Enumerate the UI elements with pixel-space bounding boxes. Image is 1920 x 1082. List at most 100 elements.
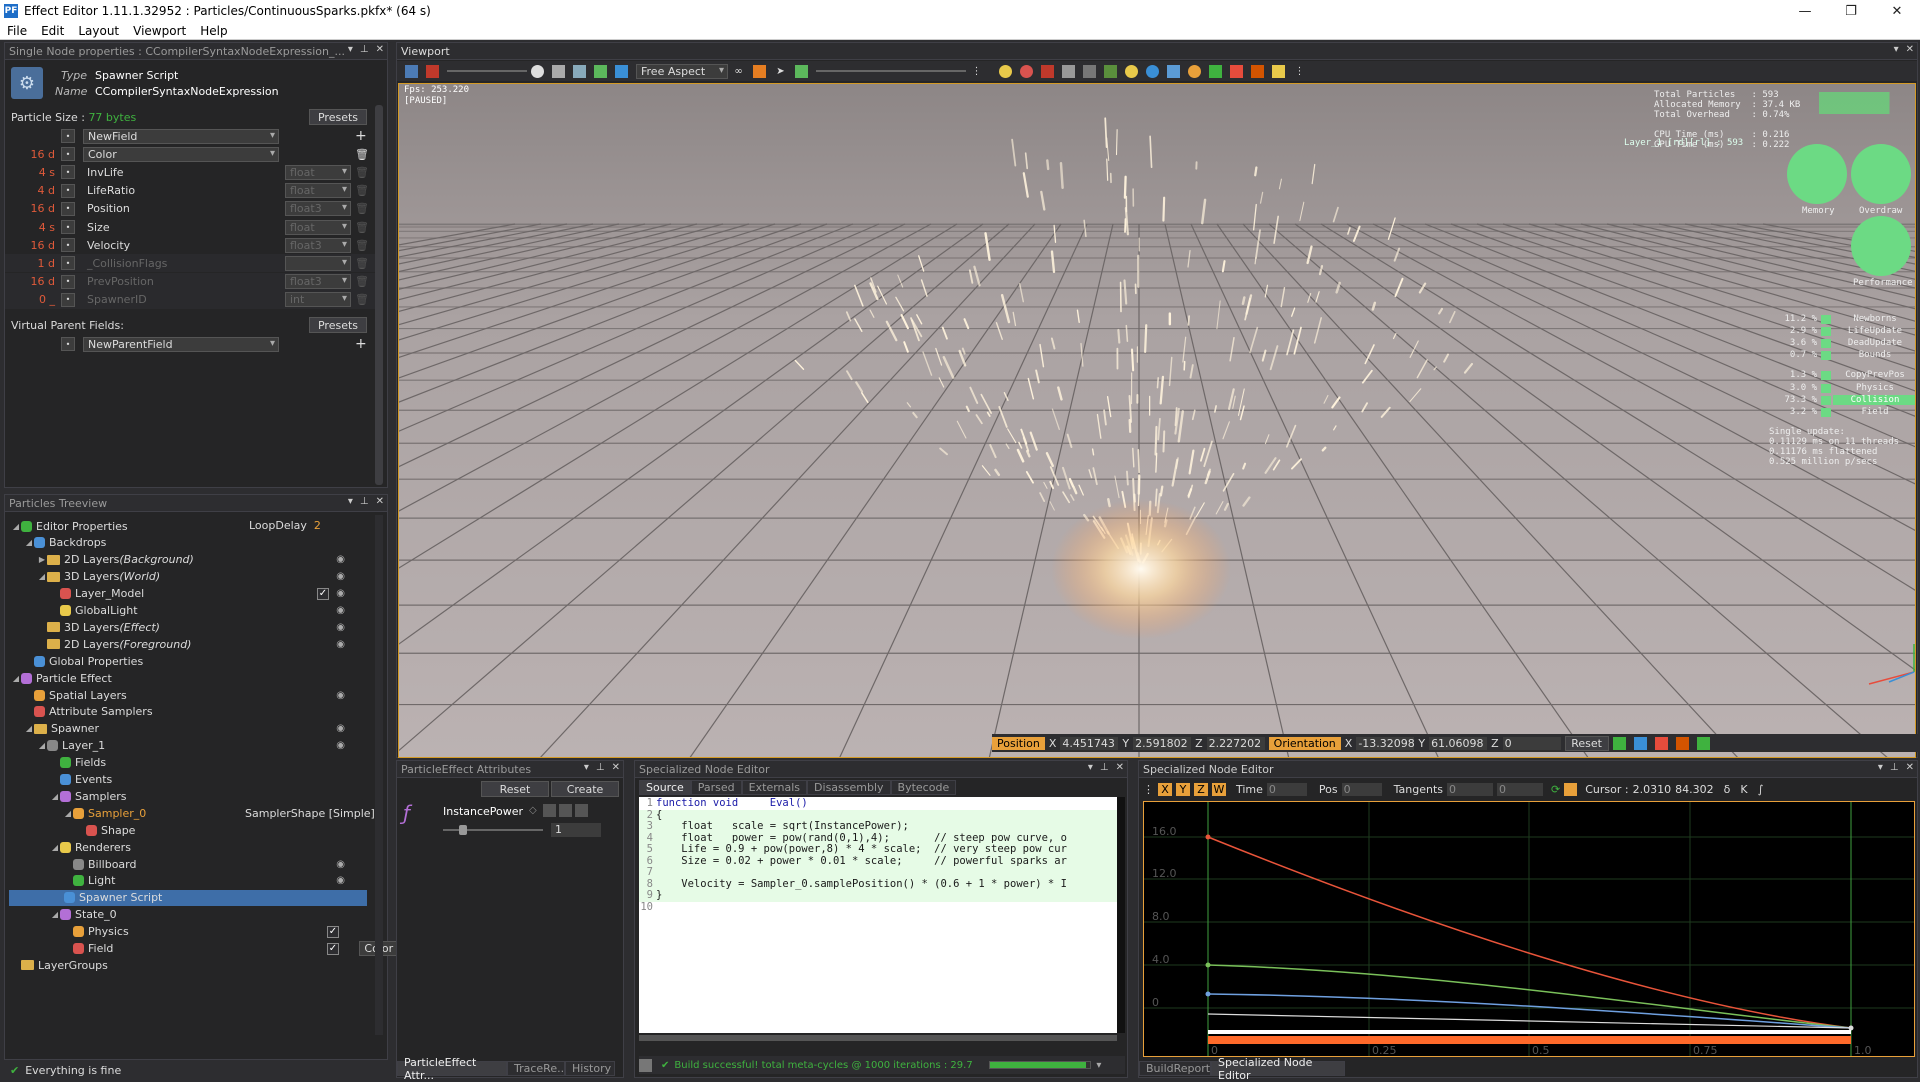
dropdown-icon[interactable]: ▾ bbox=[1894, 44, 1899, 55]
tree-item[interactable]: ◢Backdrops bbox=[5, 535, 367, 551]
presets-button[interactable]: Presets bbox=[309, 109, 367, 125]
close-icon[interactable]: ✕ bbox=[1906, 44, 1914, 55]
tab-history[interactable]: History bbox=[565, 1061, 615, 1076]
attr-value[interactable]: 1 bbox=[551, 823, 601, 837]
record-icon[interactable] bbox=[426, 65, 439, 78]
tab-externals[interactable]: Externals bbox=[742, 780, 807, 795]
reset-transform-button[interactable]: Reset bbox=[1565, 736, 1609, 751]
tree-item[interactable]: Shape bbox=[5, 822, 367, 838]
refresh-icon[interactable]: ⟳ bbox=[1551, 783, 1560, 796]
close-icon[interactable]: ✕ bbox=[1116, 762, 1124, 773]
tree-item[interactable]: LayerGroups bbox=[5, 957, 367, 973]
tab-attributes[interactable]: ParticleEffect Attr... bbox=[397, 1061, 507, 1076]
gizmo-rotate-icon[interactable] bbox=[1634, 737, 1647, 750]
expand-arrow-icon[interactable]: ◢ bbox=[37, 741, 47, 750]
tree-scrollbar[interactable] bbox=[375, 515, 383, 1035]
close-icon[interactable]: ✕ bbox=[376, 496, 384, 507]
field-bullet[interactable]: • bbox=[61, 275, 75, 289]
infinity-icon[interactable]: ∞ bbox=[732, 65, 745, 78]
menu-layout[interactable]: Layout bbox=[71, 24, 126, 38]
pin-icon[interactable]: ⊥ bbox=[596, 762, 605, 773]
eye-icon[interactable]: ◉ bbox=[336, 588, 345, 599]
close-icon[interactable]: ✕ bbox=[376, 44, 384, 55]
orient-y[interactable]: 61.06098 bbox=[1429, 737, 1487, 750]
axis-z-toggle[interactable]: Z bbox=[1194, 783, 1208, 796]
close-icon[interactable]: ✕ bbox=[612, 762, 620, 773]
dropdown-icon[interactable]: ▾ bbox=[584, 762, 589, 773]
gizmo-scale-icon[interactable] bbox=[1655, 737, 1668, 750]
field-type[interactable]: float bbox=[285, 220, 351, 235]
bounds-icon[interactable] bbox=[1230, 65, 1243, 78]
attr-slider-handle[interactable] bbox=[459, 825, 467, 835]
dropdown-icon[interactable]: ▾ bbox=[1088, 762, 1093, 773]
expand-arrow-icon[interactable]: ◢ bbox=[37, 572, 47, 581]
axis-x-toggle[interactable]: X bbox=[1158, 783, 1172, 796]
minimize-icon[interactable]: — bbox=[1782, 0, 1828, 22]
tree-item[interactable]: Layer_Model◉✓ bbox=[5, 586, 367, 602]
field-bullet[interactable]: • bbox=[61, 293, 75, 307]
field-name[interactable]: Color bbox=[83, 147, 279, 162]
menu-viewport[interactable]: Viewport bbox=[126, 24, 193, 38]
field-name[interactable]: PrevPosition bbox=[87, 275, 277, 288]
axis-icon[interactable] bbox=[1209, 65, 1222, 78]
expand-arrow-icon[interactable]: ◢ bbox=[50, 792, 60, 801]
tree-item[interactable]: ▶2D Layers (Background)◉ bbox=[5, 552, 367, 568]
curve-mode-icon[interactable] bbox=[1564, 783, 1577, 796]
field-type[interactable]: float3 bbox=[285, 201, 351, 216]
pin-icon[interactable]: ⊥ bbox=[1100, 762, 1109, 773]
attr-slider[interactable] bbox=[443, 829, 543, 831]
expand-arrow-icon[interactable]: ◢ bbox=[63, 809, 73, 818]
tree-item[interactable]: GlobalLight◉ bbox=[5, 603, 367, 619]
eye-icon[interactable]: ◉ bbox=[336, 639, 345, 650]
attr-settings-icon[interactable] bbox=[559, 804, 572, 817]
trash-icon[interactable]: 🗑 bbox=[355, 184, 369, 197]
tab-trace[interactable]: TraceRe... bbox=[507, 1061, 565, 1076]
field-bullet[interactable]: • bbox=[61, 337, 75, 351]
field-name[interactable]: _CollisionFlags bbox=[87, 257, 277, 270]
pin-icon[interactable]: ⊥ bbox=[360, 44, 369, 55]
tree-item[interactable]: Billboard◉ bbox=[5, 856, 367, 872]
tree-item[interactable]: FieldColor✓ bbox=[5, 941, 367, 957]
eye-icon[interactable]: ◉ bbox=[336, 554, 345, 565]
sun-icon[interactable] bbox=[1272, 65, 1285, 78]
expand-arrow-icon[interactable]: ◢ bbox=[11, 522, 21, 531]
orient-x[interactable]: -13.32098 bbox=[1356, 737, 1414, 750]
expand-arrow-icon[interactable]: ◢ bbox=[24, 538, 34, 547]
field-bullet[interactable]: • bbox=[61, 129, 75, 143]
tree-item[interactable]: ◢Renderers bbox=[5, 839, 367, 855]
add-icon[interactable]: + bbox=[355, 336, 367, 352]
eye-icon[interactable]: ◉ bbox=[336, 605, 345, 616]
gizmo-move-icon[interactable] bbox=[1613, 737, 1626, 750]
key-green[interactable] bbox=[1206, 963, 1211, 968]
field-bullet[interactable]: • bbox=[61, 238, 75, 252]
cube-icon[interactable] bbox=[615, 65, 628, 78]
aspect-dropdown[interactable]: Free Aspect bbox=[636, 64, 728, 79]
close-icon[interactable]: ✕ bbox=[1906, 762, 1914, 773]
trash-icon[interactable]: 🗑 bbox=[355, 257, 369, 270]
tree-item[interactable]: Physics✓ bbox=[5, 924, 367, 940]
tree-item[interactable]: ◢State_0 bbox=[5, 907, 367, 923]
key-blue[interactable] bbox=[1206, 992, 1211, 997]
key-end[interactable] bbox=[1849, 1026, 1854, 1031]
tree-item[interactable]: ◢Editor Properties bbox=[5, 518, 367, 534]
field-type[interactable]: float bbox=[285, 183, 351, 198]
heat-icon[interactable] bbox=[1020, 65, 1033, 78]
tab-bytecode[interactable]: Bytecode bbox=[891, 780, 957, 795]
pie-icon[interactable] bbox=[1188, 65, 1201, 78]
attr-delete-icon[interactable] bbox=[575, 804, 588, 817]
field-name[interactable]: Position bbox=[87, 202, 277, 215]
field-type[interactable]: float3 bbox=[285, 274, 351, 289]
cursor-icon[interactable]: ➤ bbox=[774, 65, 787, 78]
trash-icon[interactable]: 🗑 bbox=[355, 148, 369, 161]
kappa-icon[interactable]: K bbox=[1740, 783, 1747, 796]
expand-arrow-icon[interactable]: ◢ bbox=[50, 910, 60, 919]
integral-icon[interactable]: ∫ bbox=[1758, 783, 1764, 796]
field-type[interactable]: float bbox=[285, 165, 351, 180]
trash-icon[interactable]: 🗑 bbox=[355, 221, 369, 234]
fire-icon[interactable] bbox=[1041, 65, 1054, 78]
more-icon-2[interactable]: ⋮ bbox=[1293, 65, 1306, 78]
light-icon[interactable] bbox=[1125, 65, 1138, 78]
tree-item[interactable]: ◢Spawner◉ bbox=[5, 721, 367, 737]
close-icon[interactable]: ✕ bbox=[1874, 0, 1920, 22]
checkbox[interactable]: ✓ bbox=[317, 588, 329, 600]
